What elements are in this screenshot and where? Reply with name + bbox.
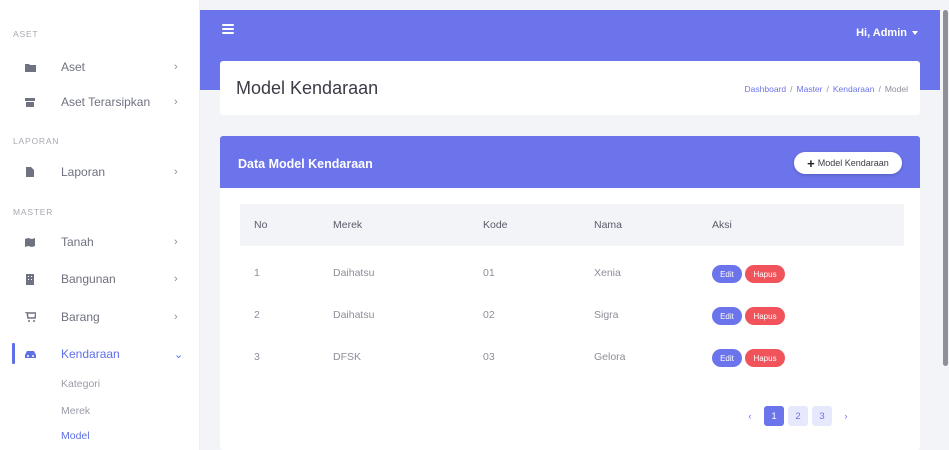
sidebar-item-label: Kendaraan	[61, 347, 120, 361]
sidebar-item-label: Tanah	[61, 235, 94, 249]
table-row: 1 Daihatsu 01 Xenia Edit Hapus	[240, 254, 904, 294]
table-row: 2 Daihatsu 02 Sigra Edit Hapus	[240, 296, 904, 336]
pagination-next-button[interactable]: ›	[836, 406, 856, 426]
column-header-merek: Merek	[333, 219, 363, 231]
cell-merek: DFSK	[333, 351, 362, 363]
add-model-button[interactable]: + Model Kendaraan	[794, 152, 902, 174]
section-label-laporan: LAPORAN	[13, 136, 60, 146]
file-icon	[24, 166, 36, 178]
sidebar-subitem-kategori[interactable]: Kategori	[61, 378, 100, 390]
pagination-prev-button[interactable]: ‹	[740, 406, 760, 426]
caret-down-icon	[912, 31, 918, 35]
chevron-right-icon: ›	[174, 236, 178, 248]
breadcrumb-dashboard[interactable]: Dashboard	[745, 84, 787, 94]
user-menu[interactable]: Hi, Admin	[856, 27, 918, 39]
sidebar-item-tanah[interactable]: Tanah ›	[0, 230, 199, 254]
sidebar-item-label: Barang	[61, 310, 100, 324]
pagination-page-1[interactable]: 1	[764, 406, 784, 426]
column-header-aksi: Aksi	[712, 219, 732, 231]
chevron-right-icon: ›	[174, 61, 178, 73]
chevron-down-icon: ⌄	[174, 348, 184, 361]
cell-kode: 03	[483, 351, 495, 363]
sidebar-item-label: Aset Terarsipkan	[61, 95, 151, 109]
card-header: Data Model Kendaraan + Model Kendaraan	[220, 136, 920, 188]
cell-merek: Daihatsu	[333, 267, 375, 279]
cell-no: 1	[254, 267, 260, 279]
sidebar-item-bangunan[interactable]: Bangunan ›	[0, 267, 199, 291]
cell-no: 3	[254, 351, 260, 363]
pagination-page-3[interactable]: 3	[812, 406, 832, 426]
cell-kode: 02	[483, 309, 495, 321]
car-icon	[24, 348, 36, 360]
sidebar-item-kendaraan[interactable]: Kendaraan ⌄	[0, 342, 199, 366]
map-icon	[24, 236, 36, 248]
breadcrumb: Dashboard / Master / Kendaraan / Model	[744, 84, 908, 94]
plus-icon: +	[807, 155, 815, 171]
pagination: ‹ 1 2 3 ›	[740, 406, 856, 426]
column-header-nama: Nama	[594, 219, 623, 231]
breadcrumb-current: Model	[884, 84, 908, 94]
delete-button[interactable]: Hapus	[745, 307, 785, 325]
building-icon	[24, 273, 36, 285]
section-label-master: MASTER	[13, 207, 54, 217]
folder-icon	[24, 61, 36, 73]
sidebar-item-aset-terarsipkan[interactable]: Aset Terarsipkan ›	[0, 90, 199, 114]
edit-button[interactable]: Edit	[712, 265, 742, 283]
page-header: Model Kendaraan Dashboard / Master / Kendara…	[220, 61, 920, 115]
chevron-right-icon: ›	[174, 96, 178, 108]
breadcrumb-master[interactable]: Master	[797, 84, 823, 94]
cell-no: 2	[254, 309, 260, 321]
sidebar: ASET Aset › Aset Terarsipkan › LAPORAN L…	[0, 0, 200, 450]
breadcrumb-kendaraan[interactable]: Kendaraan	[833, 84, 875, 94]
cell-nama: Xenia	[594, 267, 621, 279]
edit-button[interactable]: Edit	[712, 349, 742, 367]
section-label-aset: ASET	[13, 29, 39, 39]
chevron-right-icon: ›	[174, 273, 178, 285]
hamburger-menu-icon[interactable]	[222, 24, 234, 34]
cell-merek: Daihatsu	[333, 309, 375, 321]
chevron-right-icon: ›	[174, 311, 178, 323]
delete-button[interactable]: Hapus	[745, 265, 785, 283]
cell-nama: Sigra	[594, 309, 619, 321]
sidebar-item-label: Aset	[61, 60, 86, 74]
add-button-label: Model Kendaraan	[817, 158, 889, 168]
cell-kode: 01	[483, 267, 495, 279]
sidebar-item-label: Laporan	[61, 165, 106, 179]
user-greeting: Hi, Admin	[856, 27, 907, 39]
card-title: Data Model Kendaraan	[238, 157, 373, 171]
page-title: Model Kendaraan	[236, 78, 379, 98]
cell-nama: Gelora	[594, 351, 626, 363]
sidebar-subitem-merek[interactable]: Merek	[61, 405, 90, 417]
sidebar-item-label: Bangunan	[61, 272, 116, 286]
table-header: No Merek Kode Nama Aksi	[240, 204, 904, 246]
delete-button[interactable]: Hapus	[745, 349, 785, 367]
pagination-page-2[interactable]: 2	[788, 406, 808, 426]
sidebar-item-barang[interactable]: Barang ›	[0, 305, 199, 329]
sidebar-item-laporan[interactable]: Laporan ›	[0, 160, 199, 184]
edit-button[interactable]: Edit	[712, 307, 742, 325]
column-header-no: No	[254, 219, 268, 231]
sidebar-item-aset[interactable]: Aset ›	[0, 55, 199, 79]
sidebar-subitem-model[interactable]: Model	[61, 430, 90, 442]
chevron-right-icon: ›	[174, 166, 178, 178]
data-card: Data Model Kendaraan + Model Kendaraan N…	[220, 136, 920, 450]
archive-icon	[24, 96, 36, 108]
cart-icon	[24, 311, 36, 323]
scrollbar-thumb[interactable]	[943, 10, 948, 366]
table-row: 3 DFSK 03 Gelora Edit Hapus	[240, 338, 904, 378]
column-header-kode: Kode	[483, 219, 508, 231]
